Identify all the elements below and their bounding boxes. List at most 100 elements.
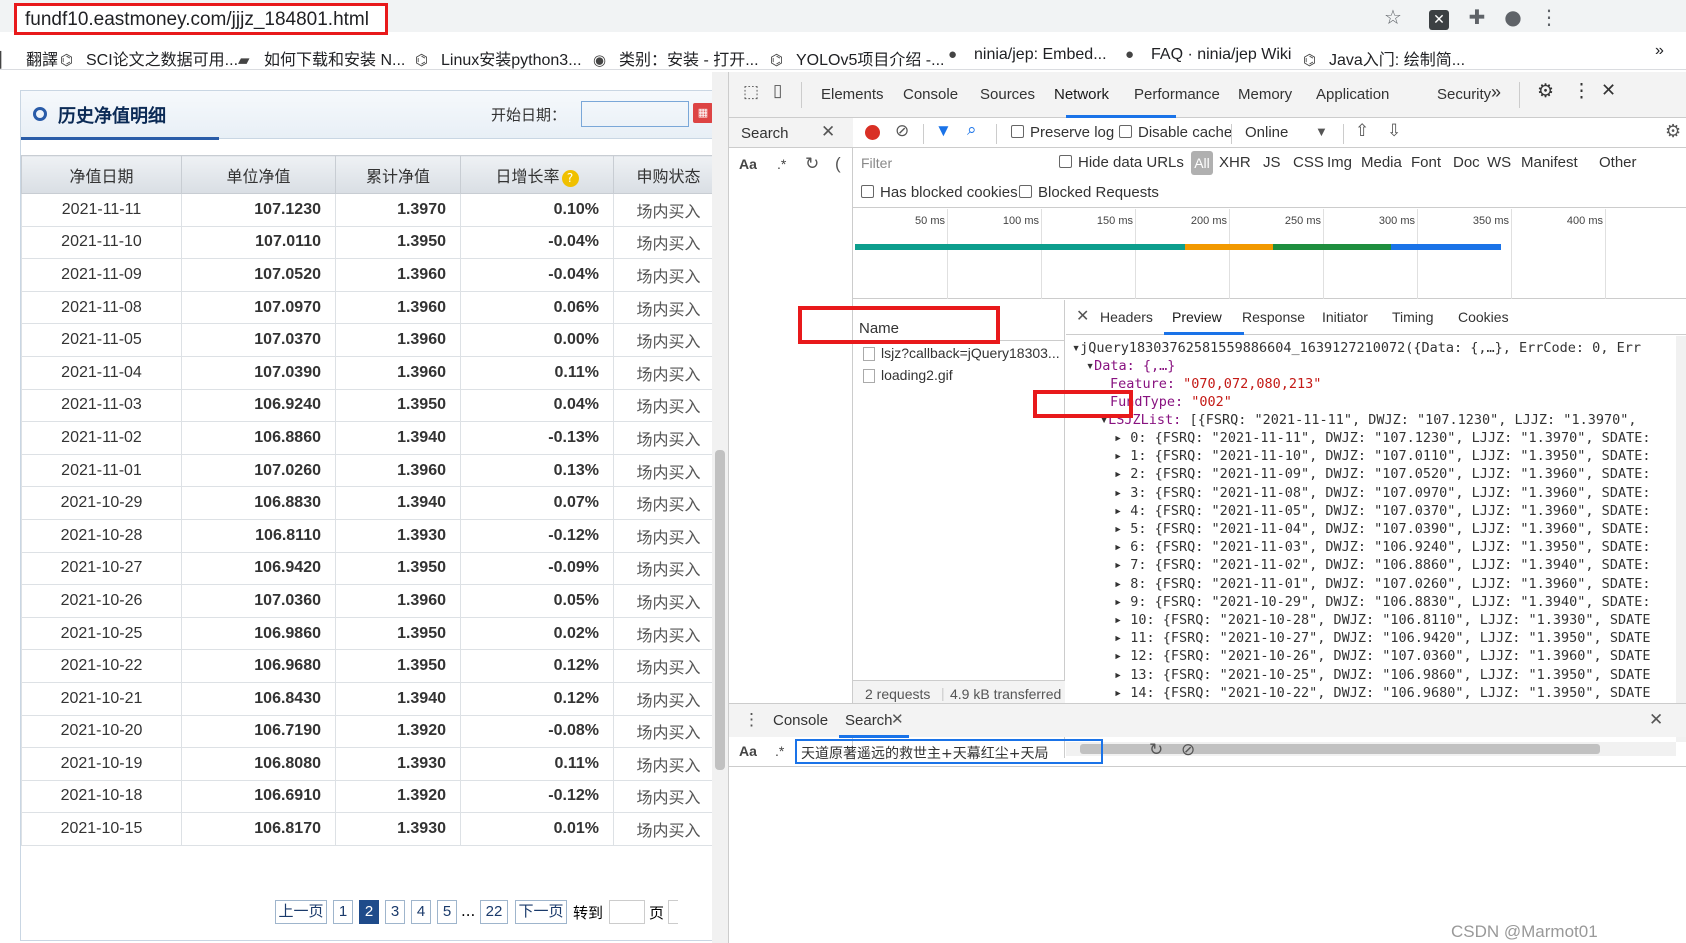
page-2-button[interactable]: 2 — [359, 900, 379, 924]
detail-tab-initiator[interactable]: Initiator — [1322, 309, 1368, 325]
caret-right-icon[interactable]: ▸ — [1114, 648, 1122, 664]
json-list-item[interactable]: ▸ 11: {FSRQ: "2021-10-27", DWJZ: "106.94… — [1114, 630, 1650, 646]
type-filter-js[interactable]: JS — [1263, 154, 1281, 171]
page-22-button[interactable]: 22 — [480, 900, 508, 924]
caret-right-icon[interactable]: ▸ — [1114, 576, 1122, 592]
menu-kebab-icon[interactable]: ⋮ — [1536, 4, 1562, 30]
extensions-puzzle-icon[interactable]: ✚ — [1464, 4, 1490, 30]
bookmark-translate[interactable]: ▏ 翻譯 — [0, 46, 58, 70]
bookmark-sci[interactable]: ⌬ SCI论文之数据可用... — [60, 46, 238, 70]
json-list-item[interactable]: ▸ 6: {FSRQ: "2021-11-03", DWJZ: "106.924… — [1114, 539, 1650, 555]
overview-timeline[interactable]: 50 ms 100 ms 150 ms 200 ms 250 ms 300 ms 350 m… — [853, 209, 1686, 299]
type-filter-ws[interactable]: WS — [1487, 154, 1511, 171]
tab-sources[interactable]: Sources — [980, 86, 1035, 103]
bookmark-faq[interactable]: ● FAQ · ninia/jep Wiki — [1125, 46, 1291, 64]
type-filter-media[interactable]: Media — [1361, 154, 1402, 171]
tab-network[interactable]: Network — [1054, 86, 1109, 103]
type-filter-font[interactable]: Font — [1411, 154, 1441, 171]
type-filter-css[interactable]: CSS — [1293, 154, 1324, 171]
tab-security[interactable]: Security — [1437, 86, 1491, 103]
json-list-item[interactable]: ▸ 13: {FSRQ: "2021-10-25", DWJZ: "106.98… — [1114, 667, 1650, 683]
json-list-item[interactable]: ▸ 4: {FSRQ: "2021-11-05", DWJZ: "107.037… — [1114, 503, 1650, 519]
caret-right-icon[interactable]: ▸ — [1114, 466, 1122, 482]
col-date[interactable]: 净值日期 — [21, 155, 182, 194]
caret-right-icon[interactable]: ▸ — [1114, 521, 1122, 537]
more-tabs-icon[interactable]: » — [1491, 82, 1501, 103]
detail-tab-cookies[interactable]: Cookies — [1458, 309, 1509, 325]
drawer-tab-search[interactable]: Search — [845, 712, 893, 729]
clear-search-icon[interactable]: ( — [835, 154, 841, 174]
tab-performance[interactable]: Performance — [1134, 86, 1220, 103]
export-har-icon[interactable]: ⇩ — [1387, 121, 1401, 141]
json-list-item[interactable]: ▸ 0: {FSRQ: "2021-11-11", DWJZ: "107.123… — [1114, 430, 1650, 446]
json-lsjzlist[interactable]: ▾LSJZList: [{FSRQ: "2021-11-11", DWJZ: "… — [1100, 412, 1636, 428]
json-list-item[interactable]: ▸ 5: {FSRQ: "2021-11-04", DWJZ: "107.039… — [1114, 521, 1650, 537]
clear-icon[interactable]: ⊘ — [895, 121, 909, 141]
page-3-button[interactable]: 3 — [385, 900, 405, 924]
page-5-button[interactable]: 5 — [437, 900, 457, 924]
type-filter-manifest[interactable]: Manifest — [1521, 154, 1578, 171]
caret-right-icon[interactable]: ▸ — [1114, 685, 1122, 701]
caret-right-icon[interactable]: ▸ — [1114, 430, 1122, 446]
page-1-button[interactable]: 1 — [333, 900, 353, 924]
tab-elements[interactable]: Elements — [821, 86, 884, 103]
json-list-item[interactable]: ▸ 14: {FSRQ: "2021-10-22", DWJZ: "106.96… — [1114, 685, 1650, 701]
type-filter-img[interactable]: Img — [1327, 154, 1352, 171]
drawer-menu-icon[interactable]: ⋮ — [743, 710, 760, 730]
caret-right-icon[interactable]: ▸ — [1114, 539, 1122, 555]
close-detail-icon[interactable]: ✕ — [1076, 306, 1089, 326]
chevron-down-icon[interactable]: ▼ — [1315, 124, 1328, 139]
drawer-refresh-icon[interactable]: ↻ — [1149, 740, 1163, 760]
type-filter-other[interactable]: Other — [1599, 154, 1637, 171]
json-list-item[interactable]: ▸ 7: {FSRQ: "2021-11-02", DWJZ: "106.886… — [1114, 557, 1650, 573]
col-acc-nav[interactable]: 累计净值 — [335, 155, 461, 194]
drawer-clear-icon[interactable]: ⊘ — [1181, 740, 1195, 760]
json-feature[interactable]: Feature: "070,072,080,213" — [1110, 376, 1321, 392]
request-row[interactable]: loading2.gif — [853, 364, 1065, 388]
preview-scrollbar[interactable] — [1676, 336, 1686, 742]
caret-right-icon[interactable]: ▸ — [1114, 594, 1122, 610]
throttle-select[interactable]: Online — [1245, 124, 1288, 141]
json-list-item[interactable]: ▸ 1: {FSRQ: "2021-11-10", DWJZ: "107.011… — [1114, 448, 1650, 464]
preserve-log-checkbox[interactable]: Preserve log — [1011, 124, 1114, 141]
calendar-icon[interactable]: ▦ — [693, 103, 713, 123]
tab-console[interactable]: Console — [903, 86, 958, 103]
json-data[interactable]: ▾Data: {,…} — [1086, 358, 1175, 374]
blocked-cookies-checkbox[interactable]: Has blocked cookies — [861, 184, 1018, 201]
extension-x-icon[interactable]: ✕ — [1426, 4, 1452, 30]
goto-button[interactable] — [668, 900, 678, 924]
caret-right-icon[interactable]: ▸ — [1114, 503, 1122, 519]
caret-down-icon[interactable]: ▾ — [1086, 358, 1094, 374]
drawer-regex-icon[interactable]: .* — [775, 743, 784, 759]
type-filter-xhr[interactable]: XHR — [1219, 154, 1251, 171]
filter-input[interactable]: Filter — [859, 152, 1049, 174]
caret-right-icon[interactable]: ▸ — [1114, 630, 1122, 646]
drawer-search-input[interactable]: 天道原著遥远的救世主+天幕红尘+天局 — [795, 739, 1103, 764]
address-bar[interactable]: fundf10.eastmoney.com/jjjz_184801.html — [14, 3, 388, 35]
bookmark-category[interactable]: ◉ 类别：安装 - 打开... — [593, 46, 759, 70]
settings-gear-icon[interactable]: ⚙ — [1537, 80, 1554, 103]
json-list-item[interactable]: ▸ 3: {FSRQ: "2021-11-08", DWJZ: "107.097… — [1114, 485, 1650, 501]
bookmarks-overflow-icon[interactable]: » — [1655, 42, 1664, 60]
caret-right-icon[interactable]: ▸ — [1114, 557, 1122, 573]
bookmark-java[interactable]: ⌬ Java入门: 绘制简... — [1303, 46, 1465, 70]
close-search-icon[interactable]: ✕ — [821, 122, 835, 142]
type-all[interactable]: All — [1191, 151, 1213, 175]
network-settings-icon[interactable]: ⚙ — [1665, 121, 1681, 142]
regex-icon[interactable]: .* — [777, 156, 786, 172]
next-page-button[interactable]: 下一页 — [515, 900, 567, 924]
bookmark-n[interactable]: ▰ 如何下载和安装 N... — [238, 46, 405, 70]
caret-right-icon[interactable]: ▸ — [1114, 448, 1122, 464]
disable-cache-checkbox[interactable]: Disable cache — [1119, 124, 1232, 141]
device-toolbar-icon[interactable]: ▯ — [773, 81, 782, 101]
page-4-button[interactable]: 4 — [411, 900, 431, 924]
drawer-match-case-icon[interactable]: Aa — [739, 743, 757, 759]
hide-data-urls-checkbox[interactable]: Hide data URLs — [1059, 154, 1184, 171]
close-drawer-tab-icon[interactable]: ✕ — [891, 710, 904, 728]
close-devtools-icon[interactable]: ✕ — [1601, 80, 1616, 101]
detail-tab-preview[interactable]: Preview — [1172, 309, 1222, 325]
json-list-item[interactable]: ▸ 2: {FSRQ: "2021-11-09", DWJZ: "107.052… — [1114, 466, 1650, 482]
record-icon[interactable] — [865, 125, 880, 140]
json-list-item[interactable]: ▸ 9: {FSRQ: "2021-10-29", DWJZ: "106.883… — [1114, 594, 1650, 610]
type-filter-doc[interactable]: Doc — [1453, 154, 1480, 171]
